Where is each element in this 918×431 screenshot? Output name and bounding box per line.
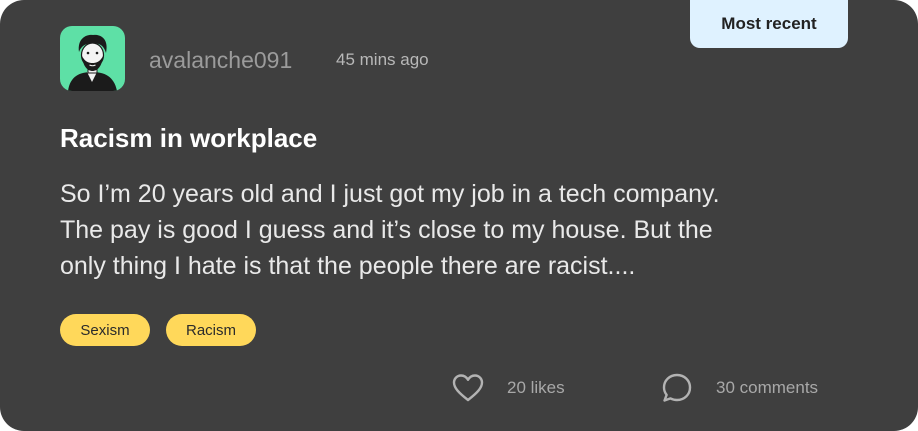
- most-recent-label: Most recent: [721, 14, 817, 33]
- most-recent-filter-button[interactable]: Most recent: [690, 0, 848, 48]
- bearded-man-avatar-icon[interactable]: [60, 26, 125, 91]
- post-body: So I’m 20 years old and I just got my jo…: [60, 176, 860, 284]
- heart-icon[interactable]: [451, 372, 485, 404]
- speech-bubble-icon[interactable]: [660, 371, 694, 405]
- tag-sexism[interactable]: Sexism: [60, 314, 150, 346]
- post-body-line: The pay is good I guess and it’s close t…: [60, 216, 713, 244]
- author-username[interactable]: avalanche091: [149, 46, 292, 74]
- tag-racism[interactable]: Racism: [166, 314, 256, 346]
- post-card[interactable]: Most recent avalanche091 45 mins ago Rac…: [0, 0, 918, 431]
- post-body-line: only thing I hate is that the people the…: [60, 252, 636, 280]
- post-title[interactable]: Racism in workplace: [60, 121, 317, 155]
- likes-count: 20 likes: [507, 378, 565, 397]
- post-body-line: So I’m 20 years old and I just got my jo…: [60, 180, 720, 208]
- post-timestamp: 45 mins ago: [336, 50, 429, 69]
- comments-count: 30 comments: [716, 378, 819, 397]
